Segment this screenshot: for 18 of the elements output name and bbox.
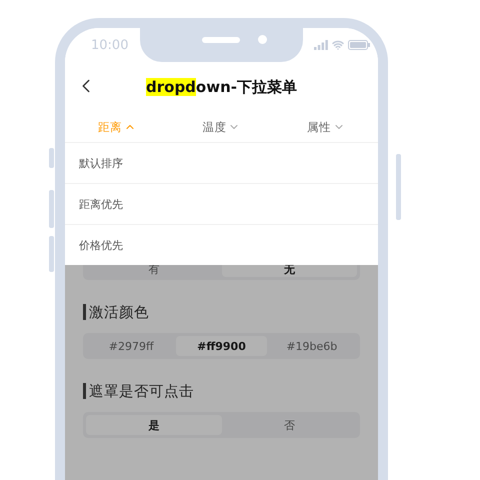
segment-option[interactable]: #19be6b	[266, 336, 357, 356]
segment-option[interactable]: 否	[222, 415, 357, 435]
segment-option[interactable]: #ff9900	[176, 336, 267, 356]
section-marker	[83, 383, 86, 399]
signal-icon	[314, 40, 328, 50]
wifi-icon	[332, 39, 344, 51]
filter-tab[interactable]: 属性	[274, 120, 378, 134]
battery-icon	[348, 40, 370, 50]
section-title: 遮罩是否可点击	[89, 382, 194, 400]
page-title: dropdown-下拉菜单	[146, 78, 297, 96]
status-time: 10:00	[91, 38, 128, 52]
menu-item[interactable]: 默认排序	[65, 142, 378, 183]
menu-item[interactable]: 距离优先	[65, 183, 378, 224]
section-marker	[83, 304, 86, 320]
filter-tab[interactable]: 温度	[169, 120, 274, 134]
segment-option[interactable]: 是	[86, 415, 222, 435]
segment-option[interactable]: #2979ff	[86, 336, 176, 356]
section-title: 激活颜色	[89, 304, 149, 322]
